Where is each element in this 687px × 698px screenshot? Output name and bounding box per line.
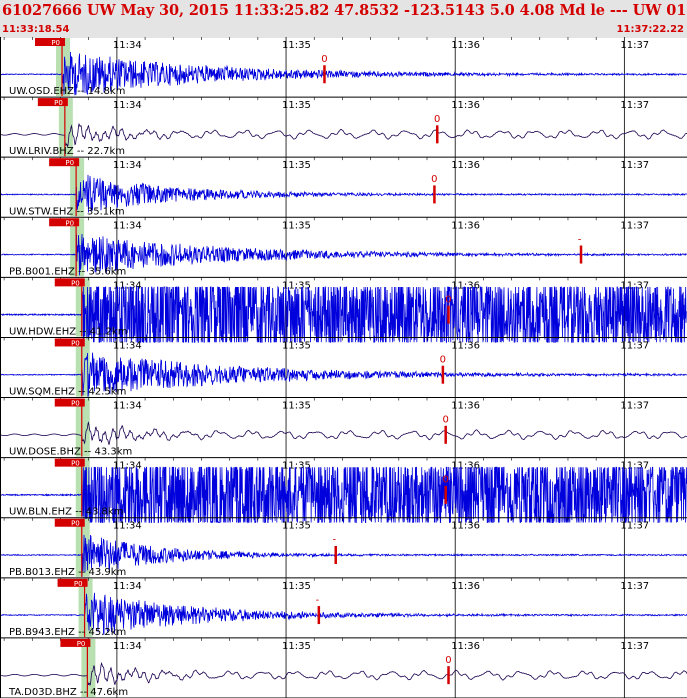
- channel-label: UW.DOSE.BHZ -- 43.3km: [9, 447, 132, 458]
- p-pick-label: P0: [65, 159, 74, 167]
- p-pick-flag: [57, 578, 88, 587]
- event-header: 61027666 UW May 30, 2015 11:33:25.82 47.…: [0, 0, 687, 38]
- s-mark-label: 0: [445, 655, 451, 666]
- minute-tick-label: 11:34: [113, 401, 142, 412]
- p-pick-flag: [60, 638, 91, 647]
- channel-label: PB.B001.EHZ -- 35.6km: [9, 266, 126, 277]
- minute-tick-label: 11:35: [282, 641, 311, 652]
- event-title: 61027666 UW May 30, 2015 11:33:25.82 47.…: [2, 2, 687, 19]
- minute-tick-label: 11:34: [113, 220, 142, 231]
- p-pick-flag: [54, 458, 85, 467]
- p-pick-label: P0: [74, 580, 83, 588]
- minute-tick-label: 11:34: [113, 160, 142, 171]
- channel-label: PB.B943.EHZ -- 45.2km: [9, 627, 126, 638]
- minute-tick-label: 11:36: [451, 40, 480, 51]
- waveform-trace: [0, 421, 687, 446]
- minute-tick-label: 11:35: [282, 220, 311, 231]
- p-pick-flag: [49, 158, 80, 167]
- minute-tick-label: 11:35: [282, 521, 311, 532]
- p-pick-label: P0: [51, 39, 60, 47]
- minute-tick-label: 11:35: [282, 40, 311, 51]
- p-pick-flag: [35, 38, 66, 46]
- channel-label: UW.STW.EHZ -- 35.1km: [9, 206, 125, 217]
- minute-tick-label: 11:34: [113, 641, 142, 652]
- minute-tick-label: 11:35: [282, 100, 311, 111]
- minute-tick-label: 11:36: [451, 641, 480, 652]
- minute-tick-label: 11:37: [620, 521, 649, 532]
- s-mark-label: 0: [440, 354, 446, 365]
- s-mark: [435, 125, 439, 144]
- s-mark: [444, 485, 447, 504]
- waveform-trace: [0, 661, 687, 686]
- s-mark: [317, 606, 321, 625]
- p-pick-flag: [37, 98, 68, 107]
- channel-label: TA.D03D.BHZ -- 47.6km: [8, 687, 128, 698]
- p-pick-label: P0: [77, 640, 86, 648]
- s-mark-label: 0: [321, 54, 327, 65]
- minute-tick-label: 11:37: [620, 100, 649, 111]
- minute-tick-label: 11:36: [451, 220, 480, 231]
- minute-tick-label: 11:37: [620, 641, 649, 652]
- minute-tick-label: 11:37: [620, 40, 649, 51]
- s-mark-label: 0: [442, 415, 448, 426]
- p-pick-label: P0: [65, 219, 74, 227]
- waveform-trace: [0, 122, 687, 148]
- s-mark-label: 0: [431, 174, 437, 185]
- p-pick-label: P0: [71, 400, 80, 408]
- minute-tick-label: 11:37: [620, 160, 649, 171]
- p-pick-flag: [49, 218, 80, 227]
- minute-tick-label: 11:35: [282, 401, 311, 412]
- p-pick-label: P0: [71, 339, 80, 347]
- minute-tick-label: 11:37: [620, 401, 649, 412]
- s-mark-label: 0: [445, 294, 451, 305]
- minute-tick-label: 11:36: [451, 401, 480, 412]
- p-pick-label: P0: [71, 279, 80, 287]
- minute-tick-label: 11:34: [113, 581, 142, 592]
- s-mark: [323, 65, 326, 84]
- p-pick-flag: [54, 278, 85, 287]
- minute-tick-label: 11:36: [451, 100, 480, 111]
- minute-tick-label: 11:36: [451, 521, 480, 532]
- p-pick-flag: [54, 398, 85, 407]
- s-mark: [447, 666, 450, 685]
- p-pick-label: P0: [71, 460, 80, 468]
- s-mark-label: -: [316, 595, 320, 606]
- minute-tick-label: 11:34: [113, 340, 142, 351]
- minute-tick-label: 11:34: [113, 40, 142, 51]
- s-mark: [334, 545, 337, 564]
- s-mark-label: 0: [442, 475, 448, 486]
- window-start-time: 11:33:18.54: [2, 24, 70, 35]
- minute-tick-label: 11:34: [113, 100, 142, 111]
- seismogram-panel: 11:34 11:35 11:36 11:37 P0 0 UW.OSD.EHZ -- 14.…: [0, 37, 687, 698]
- channel-label: UW.BLN.EHZ -- 43.8km: [9, 507, 123, 518]
- channel-label: UW.HDW.EHZ -- 41.2km: [9, 326, 127, 337]
- p-pick-flag: [54, 518, 85, 527]
- p-pick-flag: [54, 338, 85, 347]
- minute-tick-label: 11:35: [282, 160, 311, 171]
- channel-label: PB.B013.EHZ -- 43.9km: [9, 567, 126, 578]
- minute-tick-label: 11:37: [620, 220, 649, 231]
- p-pick-label: P0: [54, 99, 63, 107]
- minute-tick-label: 11:36: [451, 581, 480, 592]
- window-end-time: 11:37:22.22: [616, 24, 684, 35]
- minute-tick-label: 11:35: [282, 340, 311, 351]
- minute-tick-label: 11:37: [620, 581, 649, 592]
- minute-tick-label: 11:34: [113, 521, 142, 532]
- minute-tick-label: 11:35: [282, 581, 311, 592]
- s-mark: [447, 305, 450, 324]
- p-pick-label: P0: [71, 520, 80, 528]
- minute-tick-label: 11:36: [451, 160, 480, 171]
- s-mark: [579, 245, 583, 264]
- s-mark: [441, 365, 445, 384]
- channel-label: UW.SQM.EHZ -- 42.5km: [9, 387, 126, 398]
- channel-label: UW.OSD.EHZ -- 14.8km: [9, 86, 125, 97]
- s-mark-label: -: [332, 535, 336, 546]
- s-mark-label: -: [578, 234, 582, 245]
- minute-tick-label: 11:36: [451, 340, 480, 351]
- s-mark-label: 0: [434, 114, 440, 125]
- channel-label: UW.LRIV.BHZ -- 22.7km: [9, 146, 125, 157]
- s-mark: [433, 185, 436, 204]
- minute-tick-label: 11:37: [620, 340, 649, 351]
- s-mark: [444, 425, 447, 444]
